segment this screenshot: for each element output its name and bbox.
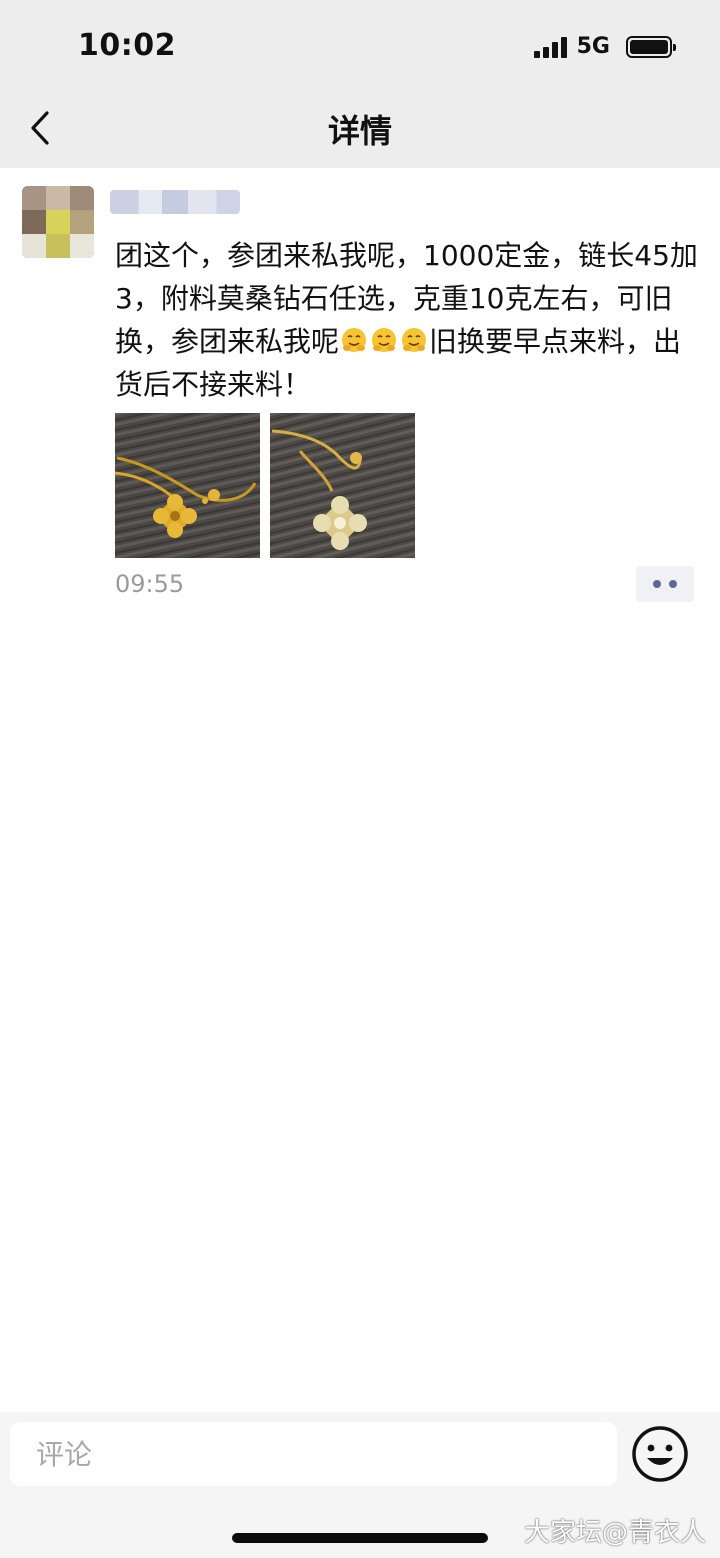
page-title: 详情 [327,112,392,150]
home-indicator[interactable] [232,1533,488,1543]
comment-input[interactable] [10,1422,617,1486]
status-indicators: 5G [533,34,676,59]
dot-icon [669,580,677,588]
photo-thumbnail-2[interactable] [270,413,415,558]
post-text: 团这个，参团来私我呢，1000定金，链长45加3，附料莫桑钻石任选，克重10克左… [115,234,705,406]
battery-icon [626,35,676,58]
emoji-group [339,325,429,358]
hugging-face-icon [402,328,427,352]
network-label: 5G [576,34,610,59]
watermark-text: 大家坛@青衣人 [523,1518,706,1548]
more-options-button[interactable] [636,566,694,602]
author-name-blurred[interactable] [110,190,240,214]
photo-grid [115,413,415,558]
hugging-face-icon [372,328,397,352]
hugging-face-icon [342,328,367,352]
emoji-button[interactable] [630,1424,690,1484]
photo-thumbnail-1[interactable] [115,413,260,558]
smiley-icon [632,1426,688,1482]
post-time: 09:55 [115,570,185,598]
signal-icon [533,36,567,58]
status-time: 10:02 [78,28,176,63]
avatar[interactable] [22,186,94,258]
dot-icon [653,580,661,588]
